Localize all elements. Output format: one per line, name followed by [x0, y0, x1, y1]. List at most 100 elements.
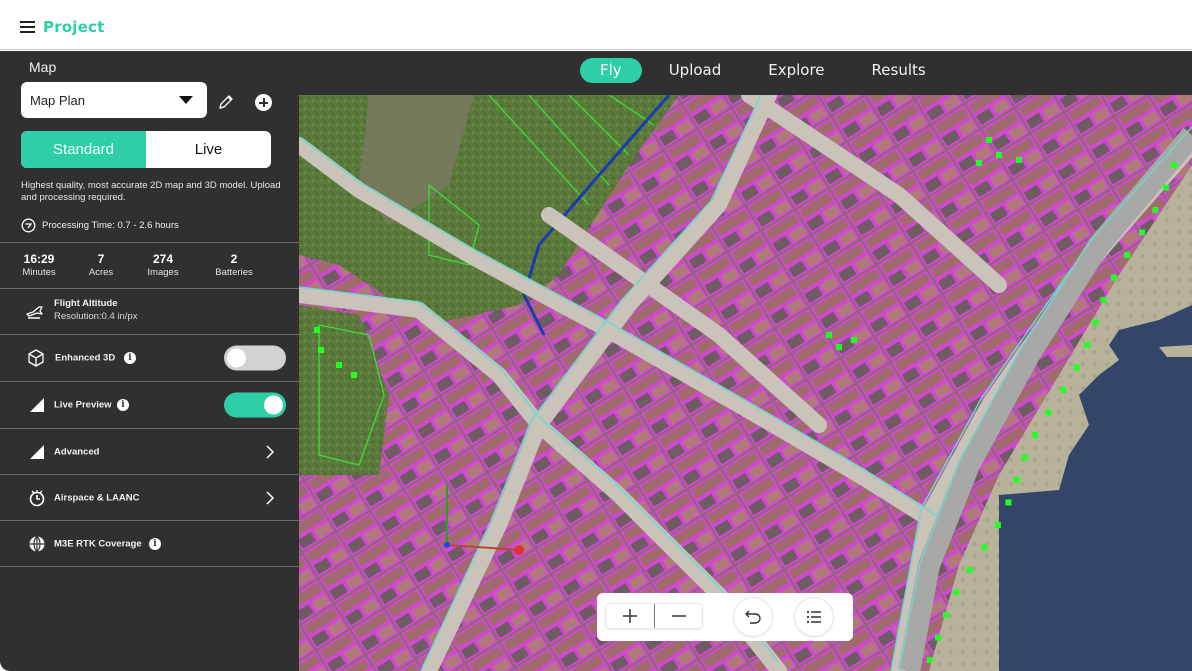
- tree-marker: [1171, 162, 1177, 168]
- triangle-icon: [30, 398, 44, 412]
- zoom-out-button[interactable]: [655, 604, 703, 628]
- tree-marker: [926, 657, 933, 663]
- stat-label: Batteries: [215, 267, 253, 278]
- hamburger-menu-icon[interactable]: [20, 21, 35, 33]
- tree-marker: [966, 567, 973, 573]
- live-preview-row: Live Preview i: [0, 382, 299, 428]
- toggle-knob: [227, 348, 246, 368]
- tree-marker: [1092, 319, 1099, 326]
- triangle-icon: [30, 445, 44, 459]
- tree-marker: [1084, 342, 1091, 348]
- stat-label: Acres: [88, 267, 114, 278]
- cube-icon: [28, 349, 44, 367]
- live-preview-toggle[interactable]: [224, 392, 286, 418]
- zoom-in-button[interactable]: [606, 604, 654, 628]
- tree-marker: [1138, 229, 1145, 236]
- flight-altitude-title: Flight Altitude: [54, 298, 118, 309]
- top-header: Project: [0, 0, 1192, 50]
- nav-tabs: Fly Upload Explore Results: [580, 58, 953, 83]
- airplane-icon: [26, 306, 43, 319]
- airspace-label: Airspace & LAANC: [54, 492, 140, 504]
- stat-acres: 7 Acres: [89, 252, 113, 279]
- map-view[interactable]: [299, 95, 1192, 671]
- processing-time-text: Processing Time: 0.7 - 2.6 hours: [42, 220, 179, 231]
- enhanced-3d-toggle[interactable]: [224, 345, 286, 371]
- tree-marker: [1060, 387, 1067, 393]
- enhanced-3d-label: Enhanced 3D: [55, 352, 116, 364]
- layers-list-button[interactable]: [794, 597, 834, 637]
- pencil-icon: [219, 95, 233, 109]
- plus-circle-icon[interactable]: [255, 94, 272, 111]
- plus-icon: [623, 609, 637, 623]
- stat-value: 274: [152, 252, 174, 266]
- sidebar: Map Map Plan Standard Live Highest quali…: [0, 51, 299, 671]
- tree-marker: [314, 327, 320, 333]
- map-plan-select[interactable]: Map Plan: [21, 82, 207, 118]
- tree-marker: [1005, 499, 1012, 506]
- tab-upload[interactable]: Upload: [649, 58, 742, 83]
- globe-icon: [29, 536, 45, 552]
- stat-value: 2: [230, 252, 238, 266]
- divider: [0, 566, 299, 567]
- tree-marker: [1073, 364, 1080, 371]
- rtk-coverage-label: M3E RTK Coverage: [54, 538, 142, 550]
- chevron-right-icon: [266, 491, 275, 505]
- flight-altitude-row[interactable]: Flight Altitude Resolution:0.4 in/px: [0, 289, 299, 335]
- airspace-clock-icon: [29, 490, 45, 507]
- rtk-coverage-row[interactable]: M3E RTK Coverage i: [0, 521, 299, 567]
- caret-down-icon: [179, 96, 193, 104]
- mode-description: Highest quality, most accurate 2D map an…: [21, 180, 281, 203]
- tree-marker: [934, 634, 941, 641]
- info-icon[interactable]: i: [117, 399, 129, 411]
- tree-marker: [1124, 252, 1131, 258]
- zoom-group: [605, 603, 703, 629]
- timer-icon: [21, 218, 36, 233]
- mode-standard[interactable]: Standard: [21, 131, 146, 168]
- tree-marker: [851, 337, 857, 343]
- tree-marker: [1032, 432, 1039, 438]
- tree-marker: [1045, 409, 1052, 416]
- tab-results[interactable]: Results: [852, 58, 946, 83]
- advanced-row[interactable]: Advanced: [0, 429, 299, 475]
- tree-marker: [1021, 454, 1028, 461]
- stat-value: 7: [97, 252, 105, 266]
- tree-marker: [994, 522, 1001, 528]
- undo-icon: [745, 610, 761, 624]
- tree-marker: [1013, 477, 1020, 483]
- tree-marker: [981, 544, 988, 551]
- tree-marker: [826, 332, 832, 338]
- processing-time: Processing Time: 0.7 - 2.6 hours: [21, 218, 179, 233]
- flight-altitude-subtitle: Resolution:0.4 in/px: [54, 311, 138, 322]
- airspace-laanc-row[interactable]: Airspace & LAANC: [0, 475, 299, 521]
- tab-explore[interactable]: Explore: [748, 58, 844, 83]
- stat-minutes: 16:29 Minutes: [22, 252, 55, 279]
- live-preview-label: Live Preview: [54, 399, 112, 411]
- tab-fly[interactable]: Fly: [580, 58, 642, 83]
- select-value: Map Plan: [30, 93, 85, 108]
- map-controls: [597, 593, 853, 641]
- tree-marker: [1110, 274, 1117, 281]
- tree-marker: [1152, 207, 1159, 213]
- project-title: Project: [43, 18, 105, 36]
- tree-marker: [336, 362, 342, 368]
- edit-button[interactable]: [216, 92, 236, 112]
- mode-live[interactable]: Live: [146, 131, 271, 168]
- undo-button[interactable]: [733, 597, 773, 637]
- stat-label: Images: [147, 267, 179, 278]
- minus-icon: [672, 615, 686, 617]
- section-title: Map: [29, 59, 57, 75]
- stat-batteries: 2 Batteries: [215, 252, 253, 279]
- stat-images: 274 Images: [147, 252, 178, 279]
- tree-marker: [953, 589, 960, 596]
- info-icon[interactable]: i: [124, 352, 136, 364]
- tree-marker: [986, 137, 992, 143]
- enhanced-3d-row: Enhanced 3D i: [0, 335, 299, 381]
- tree-marker: [1162, 184, 1169, 191]
- chevron-right-icon: [266, 445, 275, 459]
- info-icon[interactable]: i: [149, 538, 161, 550]
- tree-marker: [318, 347, 324, 353]
- mode-toggle: Standard Live: [21, 131, 271, 168]
- flight-stats: 16:29 Minutes 7 Acres 274 Images 2 Batte…: [0, 252, 299, 288]
- aerial-map[interactable]: [299, 95, 1192, 671]
- tree-marker: [976, 160, 982, 166]
